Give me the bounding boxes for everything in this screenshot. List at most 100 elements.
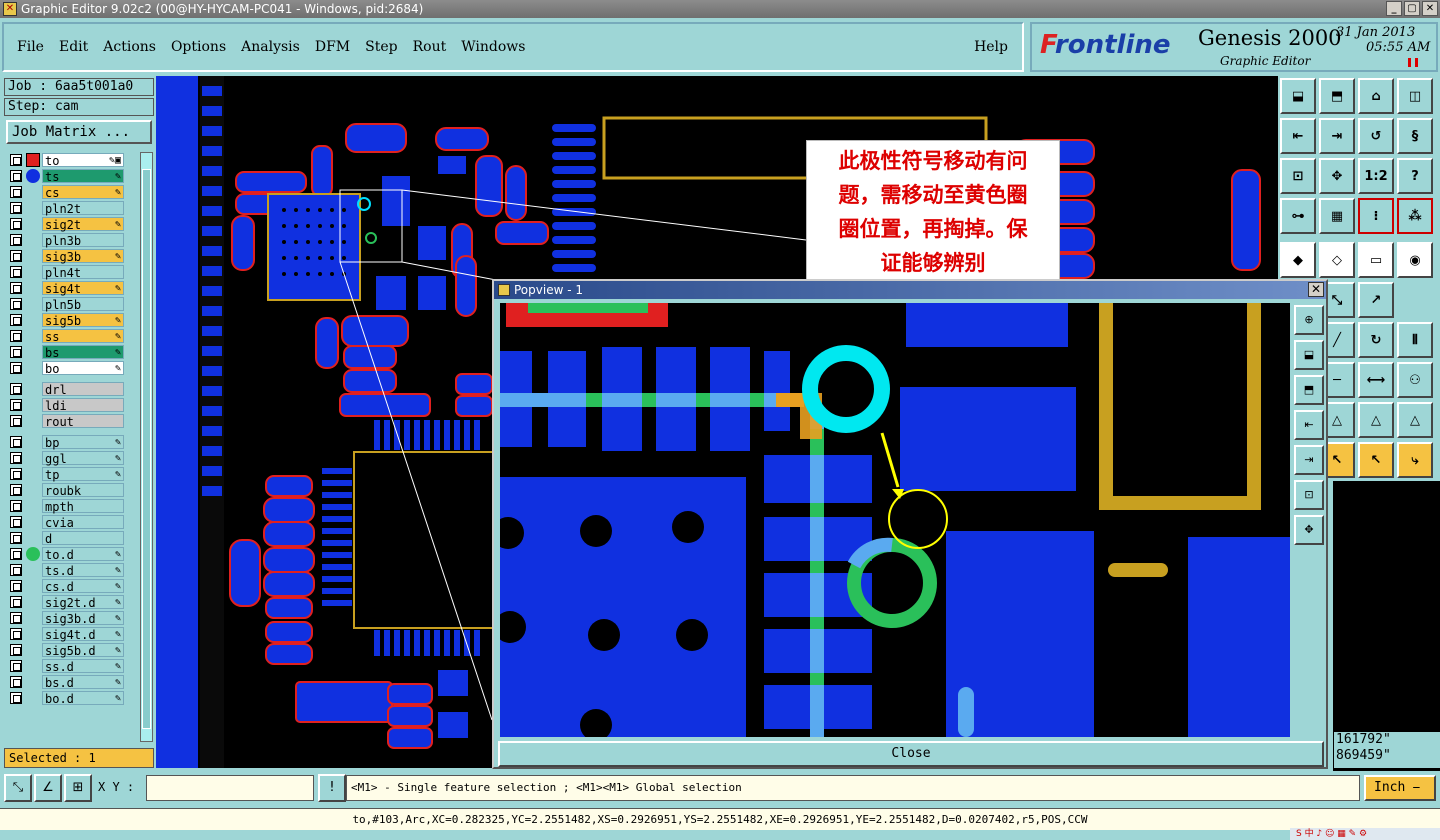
layer-checkbox[interactable] xyxy=(10,202,22,214)
layer-row[interactable]: cs.d ✎ xyxy=(6,578,128,594)
layer-name[interactable]: ts.d ✎ xyxy=(42,563,124,578)
layer-name[interactable]: cvia xyxy=(42,515,124,530)
layer-row[interactable]: to ✎▣ xyxy=(6,152,128,168)
layer-checkbox[interactable] xyxy=(10,415,22,427)
menu-analysis[interactable]: Analysis xyxy=(241,39,300,55)
layer-checkbox[interactable] xyxy=(10,170,22,182)
popview-right-icon[interactable]: ⇥ xyxy=(1294,445,1324,475)
layer-checkbox[interactable] xyxy=(10,644,22,656)
align-icon[interactable]: ⫴ xyxy=(1397,322,1433,358)
layer-row[interactable]: to.d ✎ xyxy=(6,546,128,562)
layer-name[interactable]: drl xyxy=(42,382,124,397)
layer-row[interactable]: ss.d ✎ xyxy=(6,658,128,674)
layer-name[interactable]: pln3b xyxy=(42,233,124,248)
grid-icon[interactable]: ▦ xyxy=(1319,198,1355,234)
pad-icon[interactable]: ◉ xyxy=(1397,242,1433,278)
move-icon[interactable]: ↗ xyxy=(1358,282,1394,318)
zoom-window-icon[interactable]: ⤡ xyxy=(4,774,32,802)
layer-name[interactable]: bo.d ✎ xyxy=(42,691,124,706)
measure-angle-icon[interactable]: ∠ xyxy=(34,774,62,802)
layer-row[interactable]: rout xyxy=(6,413,128,429)
layer-name[interactable]: sig4t.d ✎ xyxy=(42,627,124,642)
layer-row[interactable]: pln4t xyxy=(6,264,128,280)
layer-name[interactable]: ss.d ✎ xyxy=(42,659,124,674)
zoom-down-icon[interactable]: ⬒ xyxy=(1319,78,1355,114)
menu-rout[interactable]: Rout xyxy=(413,39,447,55)
ruler-icon[interactable]: ▭ xyxy=(1358,242,1394,278)
layer-name[interactable]: sig2t.d ✎ xyxy=(42,595,124,610)
menu-help[interactable]: Help xyxy=(974,39,1008,55)
layer-row[interactable]: tp ✎ xyxy=(6,466,128,482)
layer-name[interactable]: roubk xyxy=(42,483,124,498)
dimension-icon[interactable]: ⟷ xyxy=(1358,362,1394,398)
popview-down-icon[interactable]: ⬒ xyxy=(1294,375,1324,405)
menu-windows[interactable]: Windows xyxy=(461,39,525,55)
layers-icon[interactable]: ⁝ xyxy=(1358,198,1394,234)
layer-row[interactable]: pln3b xyxy=(6,232,128,248)
layer-row[interactable]: roubk xyxy=(6,482,128,498)
layer-name[interactable]: sig2t ✎ xyxy=(42,217,124,232)
layer-name[interactable]: pln2t xyxy=(42,201,124,216)
layer-name[interactable]: cs.d ✎ xyxy=(42,579,124,594)
layer-row[interactable]: sig2t.d ✎ xyxy=(6,594,128,610)
layer-row[interactable]: d xyxy=(6,530,128,546)
polygon3-icon[interactable]: △ xyxy=(1397,402,1433,438)
layer-name[interactable]: pln5b xyxy=(42,297,124,312)
menu-options[interactable]: Options xyxy=(171,39,226,55)
scale-button[interactable]: 1:2 xyxy=(1358,158,1394,194)
layer-name[interactable]: pln4t xyxy=(42,265,124,280)
layer-name[interactable]: ldi xyxy=(42,398,124,413)
layer-name[interactable]: to.d ✎ xyxy=(42,547,124,562)
popview-center-icon[interactable]: ✥ xyxy=(1294,515,1324,545)
maximize-button[interactable]: ▢ xyxy=(1404,1,1420,16)
job-matrix-button[interactable]: Job Matrix ... xyxy=(6,120,152,144)
layer-name[interactable]: rout xyxy=(42,414,124,429)
window-titlebar[interactable]: ✕ Graphic Editor 9.02c2 (00@HY-HYCAM-PC0… xyxy=(0,0,1440,18)
layer-row[interactable]: pln5b xyxy=(6,296,128,312)
layer-checkbox[interactable] xyxy=(10,399,22,411)
menu-step[interactable]: Step xyxy=(365,39,397,55)
layer-name[interactable]: ts ✎ xyxy=(42,169,124,184)
menu-edit[interactable]: Edit xyxy=(59,39,88,55)
layer-checkbox[interactable] xyxy=(10,660,22,672)
add-feature-icon[interactable]: ◆ xyxy=(1280,242,1316,278)
layer-checkbox[interactable] xyxy=(10,362,22,374)
layer-name[interactable]: bp ✎ xyxy=(42,435,124,450)
layer-checkbox[interactable] xyxy=(10,452,22,464)
minimize-button[interactable]: _ xyxy=(1386,1,1402,16)
layer-name[interactable]: bs.d ✎ xyxy=(42,675,124,690)
alert-icon[interactable]: ! xyxy=(318,774,346,802)
popview-up-icon[interactable]: ⬓ xyxy=(1294,340,1324,370)
layer-row[interactable]: bs.d ✎ xyxy=(6,674,128,690)
layer-row[interactable]: sig3b ✎ xyxy=(6,248,128,264)
layer-row[interactable]: ggl ✎ xyxy=(6,450,128,466)
layer-row[interactable]: ss ✎ xyxy=(6,328,128,344)
components-icon[interactable]: ⁂ xyxy=(1397,198,1433,234)
close-window-button[interactable]: ✕ xyxy=(1422,1,1438,16)
layer-name[interactable]: d xyxy=(42,531,124,546)
zoom-center-icon[interactable]: ✥ xyxy=(1319,158,1355,194)
popview-left-icon[interactable]: ⇤ xyxy=(1294,410,1324,440)
layer-row[interactable]: sig4t.d ✎ xyxy=(6,626,128,642)
menu-dfm[interactable]: DFM xyxy=(315,39,350,55)
route-icon[interactable]: ⤷ xyxy=(1397,442,1433,478)
layer-checkbox[interactable] xyxy=(10,154,22,166)
layer-checkbox[interactable] xyxy=(10,234,22,246)
pointer-icon[interactable]: ↖ xyxy=(1358,442,1394,478)
popview-close-button[interactable]: Close xyxy=(498,741,1324,767)
layer-checkbox[interactable] xyxy=(10,596,22,608)
home-view-icon[interactable]: ⌂ xyxy=(1358,78,1394,114)
layer-name[interactable]: mpth xyxy=(42,499,124,514)
layer-row[interactable]: cvia xyxy=(6,514,128,530)
layer-checkbox[interactable] xyxy=(10,612,22,624)
pan-left-icon[interactable]: ⇤ xyxy=(1280,118,1316,154)
layer-row[interactable]: sig4t ✎ xyxy=(6,280,128,296)
layer-name[interactable]: bs ✎ xyxy=(42,345,124,360)
layer-row[interactable]: bo.d ✎ xyxy=(6,690,128,706)
zoom-fit-icon[interactable]: ⊡ xyxy=(1280,158,1316,194)
layer-row[interactable]: mpth xyxy=(6,498,128,514)
layer-checkbox[interactable] xyxy=(10,500,22,512)
popview-titlebar[interactable]: Popview - 1 ✕ xyxy=(494,281,1326,299)
pan-right-icon[interactable]: ⇥ xyxy=(1319,118,1355,154)
layer-row[interactable]: cs ✎ xyxy=(6,184,128,200)
